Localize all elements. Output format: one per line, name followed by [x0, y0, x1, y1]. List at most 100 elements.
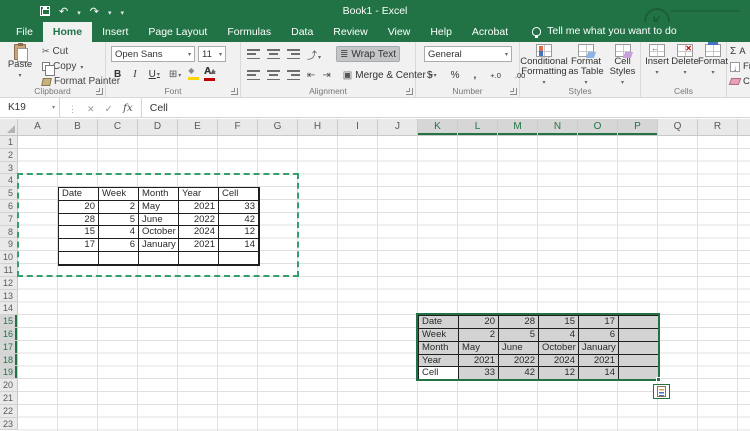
- cell[interactable]: 17: [59, 239, 99, 252]
- column-header-B[interactable]: B: [58, 119, 98, 136]
- tab-formulas[interactable]: Formulas: [217, 22, 281, 42]
- column-header-K[interactable]: K: [418, 119, 458, 136]
- cell-styles-button[interactable]: Cell Styles: [606, 44, 639, 88]
- font-dialog-launcher[interactable]: [231, 88, 238, 95]
- cell[interactable]: 14: [579, 367, 619, 380]
- cell[interactable]: [139, 252, 179, 265]
- row-header-16[interactable]: 16: [0, 328, 18, 341]
- autosum-button[interactable]: A: [730, 46, 750, 57]
- font-name-select[interactable]: Open Sans▾: [111, 46, 195, 62]
- decrease-indent-icon[interactable]: ⇤: [307, 70, 315, 81]
- cut-button[interactable]: Cut: [42, 46, 68, 57]
- cell[interactable]: 6: [579, 329, 619, 342]
- cell[interactable]: 20: [459, 316, 499, 329]
- cell[interactable]: 12: [539, 367, 579, 380]
- cell[interactable]: Month: [419, 342, 459, 355]
- cell[interactable]: January: [579, 342, 619, 355]
- cell[interactable]: 33: [219, 201, 259, 214]
- row-header-3[interactable]: 3: [0, 162, 18, 175]
- insert-function-icon[interactable]: fx: [123, 102, 133, 114]
- format-cells-button[interactable]: Format: [699, 44, 727, 78]
- alignment-dialog-launcher[interactable]: [406, 88, 413, 95]
- cell[interactable]: 12: [219, 226, 259, 239]
- percent-format-button[interactable]: %: [448, 67, 463, 83]
- paste-button[interactable]: Paste: [4, 44, 36, 81]
- cell[interactable]: Week: [99, 188, 139, 201]
- cell[interactable]: Week: [419, 329, 459, 342]
- cell[interactable]: Date: [419, 316, 459, 329]
- row-header-2[interactable]: 2: [0, 149, 18, 162]
- column-header-L[interactable]: L: [458, 119, 498, 136]
- cell[interactable]: 15: [59, 226, 99, 239]
- cell[interactable]: 5: [99, 214, 139, 227]
- cell[interactable]: October: [139, 226, 179, 239]
- cell[interactable]: [619, 329, 659, 342]
- insert-cells-button[interactable]: Insert: [643, 44, 671, 78]
- number-format-select[interactable]: General▾: [424, 46, 512, 62]
- tab-page-layout[interactable]: Page Layout: [138, 22, 217, 42]
- left-align-icon[interactable]: [247, 70, 260, 80]
- cell[interactable]: October: [539, 342, 579, 355]
- cell[interactable]: 17: [579, 316, 619, 329]
- bottom-align-icon[interactable]: [287, 49, 300, 59]
- cell[interactable]: Cell: [219, 188, 259, 201]
- row-header-21[interactable]: 21: [0, 392, 18, 405]
- cell[interactable]: May: [139, 201, 179, 214]
- clipboard-dialog-launcher[interactable]: [96, 88, 103, 95]
- cell[interactable]: 2022: [499, 355, 539, 368]
- tab-file[interactable]: File: [6, 22, 43, 42]
- column-header-G[interactable]: G: [258, 119, 298, 136]
- tab-help[interactable]: Help: [420, 22, 462, 42]
- increase-decimal-button[interactable]: +.0: [487, 67, 504, 83]
- column-header-O[interactable]: O: [578, 119, 618, 136]
- column-header-N[interactable]: N: [538, 119, 578, 136]
- column-header-P[interactable]: P: [618, 119, 658, 136]
- wrap-text-button[interactable]: ≣ Wrap Text: [336, 46, 400, 62]
- tell-me-box[interactable]: Tell me what you want to do: [518, 25, 685, 42]
- cell[interactable]: 2021: [459, 355, 499, 368]
- cell[interactable]: June: [499, 342, 539, 355]
- cell[interactable]: Date: [59, 188, 99, 201]
- cell[interactable]: 2021: [579, 355, 619, 368]
- cell[interactable]: [619, 355, 659, 368]
- tab-view[interactable]: View: [378, 22, 421, 42]
- row-header-22[interactable]: 22: [0, 405, 18, 418]
- column-header-C[interactable]: C: [98, 119, 138, 136]
- middle-align-icon[interactable]: [267, 49, 280, 59]
- cell[interactable]: Month: [139, 188, 179, 201]
- underline-button[interactable]: U: [146, 66, 163, 82]
- column-header-M[interactable]: M: [498, 119, 538, 136]
- italic-button[interactable]: I: [130, 66, 139, 82]
- row-header-13[interactable]: 13: [0, 290, 18, 303]
- cell[interactable]: 6: [99, 239, 139, 252]
- bold-button[interactable]: B: [111, 66, 124, 82]
- cell[interactable]: 14: [219, 239, 259, 252]
- column-header-D[interactable]: D: [138, 119, 178, 136]
- fill-button[interactable]: Fi: [730, 61, 750, 72]
- cell[interactable]: 2021: [179, 201, 219, 214]
- increase-indent-icon[interactable]: ⇥: [322, 70, 330, 81]
- borders-icon[interactable]: ⊞: [169, 69, 181, 80]
- row-header-9[interactable]: 9: [0, 238, 18, 251]
- clear-button[interactable]: Cl: [730, 76, 750, 87]
- tab-acrobat[interactable]: Acrobat: [462, 22, 518, 42]
- cell[interactable]: [619, 342, 659, 355]
- row-header-8[interactable]: 8: [0, 226, 18, 239]
- row-header-1[interactable]: 1: [0, 136, 18, 149]
- top-align-icon[interactable]: [247, 49, 260, 59]
- tab-insert[interactable]: Insert: [92, 22, 138, 42]
- right-align-icon[interactable]: [287, 70, 300, 80]
- currency-format-button[interactable]: $: [424, 67, 440, 83]
- cell[interactable]: [619, 316, 659, 329]
- column-header-Q[interactable]: Q: [658, 119, 698, 136]
- cell-grid[interactable]: [18, 136, 750, 431]
- row-header-17[interactable]: 17: [0, 341, 18, 354]
- cell[interactable]: 2: [99, 201, 139, 214]
- cell[interactable]: 4: [539, 329, 579, 342]
- row-header-20[interactable]: 20: [0, 379, 18, 392]
- enter-icon[interactable]: [105, 99, 113, 117]
- column-header-E[interactable]: E: [178, 119, 218, 136]
- row-header-12[interactable]: 12: [0, 277, 18, 290]
- tab-data[interactable]: Data: [281, 22, 323, 42]
- cell[interactable]: 2021: [179, 239, 219, 252]
